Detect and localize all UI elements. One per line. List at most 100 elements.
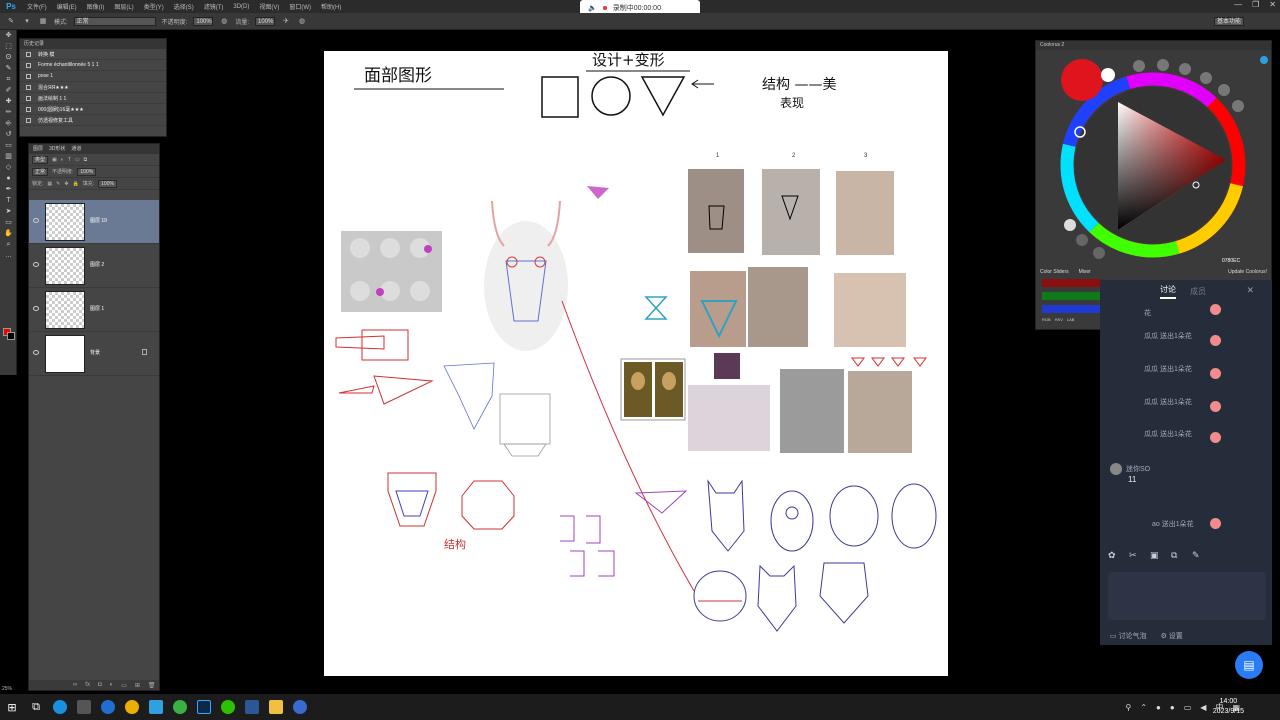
filter-adjust-icon[interactable]: ◐ bbox=[61, 157, 64, 163]
chevron-up-icon[interactable]: ⌃ bbox=[1140, 703, 1147, 712]
app-icon[interactable] bbox=[144, 694, 168, 720]
layer-row[interactable]: 图层 2 bbox=[29, 244, 159, 288]
edit-toolbar-icon[interactable]: … bbox=[0, 250, 17, 261]
history-item[interactable]: Forme échantillonnée 5 1 1 bbox=[20, 60, 166, 71]
menu-select[interactable]: 选择(S) bbox=[169, 2, 199, 11]
history-item[interactable]: 转换 模 bbox=[20, 49, 166, 60]
stamp-tool-icon[interactable]: ⎆ bbox=[0, 118, 17, 129]
tray-app-icon[interactable]: ● bbox=[1170, 703, 1175, 712]
marquee-tool-icon[interactable]: ⬚ bbox=[0, 41, 17, 52]
mode-dial-icon[interactable] bbox=[1133, 60, 1145, 72]
volume-icon[interactable]: ◀ bbox=[1200, 703, 1206, 712]
shape-tool-icon[interactable]: ▭ bbox=[0, 217, 17, 228]
layer-row[interactable]: 背景 bbox=[29, 332, 159, 376]
word-icon[interactable] bbox=[240, 694, 264, 720]
task-view-icon[interactable]: ⧉ bbox=[24, 694, 48, 720]
layer-row[interactable]: 图层 19 bbox=[29, 200, 159, 244]
layer-opacity-input[interactable]: 100% bbox=[77, 167, 97, 176]
lock-move-icon[interactable]: ✥ bbox=[64, 181, 68, 187]
file-explorer-icon[interactable] bbox=[264, 694, 288, 720]
history-item[interactable]: 混合ЯЯ★★★ bbox=[20, 82, 166, 93]
minimize-button[interactable]: — bbox=[1234, 0, 1242, 9]
mode-rgb[interactable]: RGB bbox=[1042, 317, 1051, 322]
menu-type[interactable]: 类型(Y) bbox=[139, 2, 169, 11]
type-tool-icon[interactable]: T bbox=[0, 195, 17, 206]
windows-start-icon[interactable]: ⊞ bbox=[0, 694, 24, 720]
image-icon[interactable]: ▣ bbox=[1150, 550, 1161, 560]
mode-dial-icon[interactable] bbox=[1179, 63, 1191, 75]
swap-icon[interactable] bbox=[1076, 234, 1088, 246]
mode-dial-icon[interactable] bbox=[1218, 84, 1230, 96]
pressure-size-icon[interactable]: ◍ bbox=[297, 17, 307, 26]
gradient-tool-icon[interactable]: ▥ bbox=[0, 151, 17, 162]
history-item[interactable]: 仿透视修复工具 bbox=[20, 115, 166, 126]
ie-icon[interactable] bbox=[96, 694, 120, 720]
reset-icon[interactable] bbox=[1093, 247, 1105, 259]
blur-tool-icon[interactable]: ◇ bbox=[0, 162, 17, 173]
history-item[interactable]: 画法绘制 1 1 bbox=[20, 93, 166, 104]
menu-help[interactable]: 帮助(H) bbox=[316, 2, 346, 11]
app-icon[interactable] bbox=[288, 694, 312, 720]
lasso-tool-icon[interactable]: ʘ bbox=[0, 52, 17, 63]
hex-value[interactable]: 0780EC bbox=[1222, 258, 1240, 264]
dodge-tool-icon[interactable]: ● bbox=[0, 173, 17, 184]
harmony-icon[interactable] bbox=[1064, 219, 1076, 231]
eye-icon[interactable] bbox=[33, 218, 39, 223]
mode-dial-icon[interactable] bbox=[1232, 100, 1244, 112]
flow-input[interactable]: 100% bbox=[255, 16, 276, 26]
lock-transparency-icon[interactable]: ▦ bbox=[47, 181, 52, 187]
history-item[interactable]: pose 1 bbox=[20, 71, 166, 82]
zoom-tool-icon[interactable]: ⌕ bbox=[0, 239, 17, 250]
tab-members[interactable]: 成员 bbox=[1190, 286, 1206, 297]
history-brush-icon[interactable]: ↺ bbox=[0, 129, 17, 140]
update-link[interactable]: Update Coolorus! bbox=[1228, 267, 1267, 277]
brush-tool-icon[interactable]: ✎ bbox=[6, 17, 16, 26]
app-icon[interactable] bbox=[72, 694, 96, 720]
brush-panel-icon[interactable]: ▦ bbox=[38, 17, 48, 26]
mode-select[interactable]: 正常 bbox=[73, 16, 156, 26]
airbrush-icon[interactable]: ✈ bbox=[281, 17, 291, 26]
photoshop-icon[interactable] bbox=[192, 694, 216, 720]
menu-image[interactable]: 图像(I) bbox=[82, 2, 110, 11]
move-tool-icon[interactable]: ✥ bbox=[0, 30, 17, 41]
edge-icon[interactable] bbox=[48, 694, 72, 720]
chat-input[interactable] bbox=[1108, 572, 1266, 620]
filter-shape-icon[interactable]: ▭ bbox=[75, 157, 80, 163]
eye-icon[interactable] bbox=[33, 262, 39, 267]
eye-icon[interactable] bbox=[33, 350, 39, 355]
clock[interactable]: 14:00 2023/9/15 bbox=[1213, 697, 1244, 717]
workspace-select[interactable]: 基本功能 bbox=[1214, 17, 1244, 26]
wechat-icon[interactable] bbox=[216, 694, 240, 720]
menu-filter[interactable]: 滤镜(T) bbox=[199, 2, 229, 11]
mode-hsv[interactable]: HSV bbox=[1055, 317, 1063, 322]
tab-layers[interactable]: 图层 bbox=[33, 144, 43, 154]
tab-3d[interactable]: 3D形状 bbox=[49, 144, 65, 154]
settings-icon[interactable] bbox=[1260, 56, 1268, 64]
hand-tool-icon[interactable]: ✋ bbox=[0, 228, 17, 239]
path-select-icon[interactable]: ➤ bbox=[0, 206, 17, 217]
mode-dial-icon[interactable] bbox=[1200, 72, 1212, 84]
scissors-icon[interactable]: ✂ bbox=[1129, 550, 1140, 560]
layer-row[interactable]: 图层 1 bbox=[29, 288, 159, 332]
tray-app-icon[interactable]: ● bbox=[1156, 703, 1161, 712]
tab-color-sliders[interactable]: Color Sliders bbox=[1040, 267, 1069, 277]
menu-file[interactable]: 文件(F) bbox=[22, 2, 52, 11]
maximize-button[interactable]: ❐ bbox=[1252, 0, 1259, 9]
settings-button[interactable]: ⚙ 设置 bbox=[1161, 631, 1183, 641]
close-button[interactable]: ✕ bbox=[1269, 0, 1276, 9]
fill-input[interactable]: 100% bbox=[98, 179, 117, 188]
background-color[interactable] bbox=[1101, 68, 1115, 82]
pressure-opacity-icon[interactable]: ◍ bbox=[219, 17, 229, 26]
history-tab[interactable]: 历史记录 bbox=[20, 39, 166, 49]
menu-3d[interactable]: 3D(D) bbox=[228, 4, 254, 10]
eyedropper-tool-icon[interactable]: ✐ bbox=[0, 85, 17, 96]
history-item[interactable]: 000(圆刷)16毫★★★ bbox=[20, 104, 166, 115]
pen-tool-icon[interactable]: ✒ bbox=[0, 184, 17, 195]
app-icon[interactable] bbox=[168, 694, 192, 720]
tab-mixer[interactable]: Mixer bbox=[1079, 267, 1091, 277]
lock-paint-icon[interactable]: ✎ bbox=[56, 181, 60, 187]
brush-tool-icon[interactable]: ✏ bbox=[0, 107, 17, 118]
filter-pixel-icon[interactable]: ▣ bbox=[52, 157, 57, 163]
user-icon[interactable]: ⚲ bbox=[1125, 703, 1131, 712]
avatar[interactable] bbox=[1110, 463, 1122, 475]
